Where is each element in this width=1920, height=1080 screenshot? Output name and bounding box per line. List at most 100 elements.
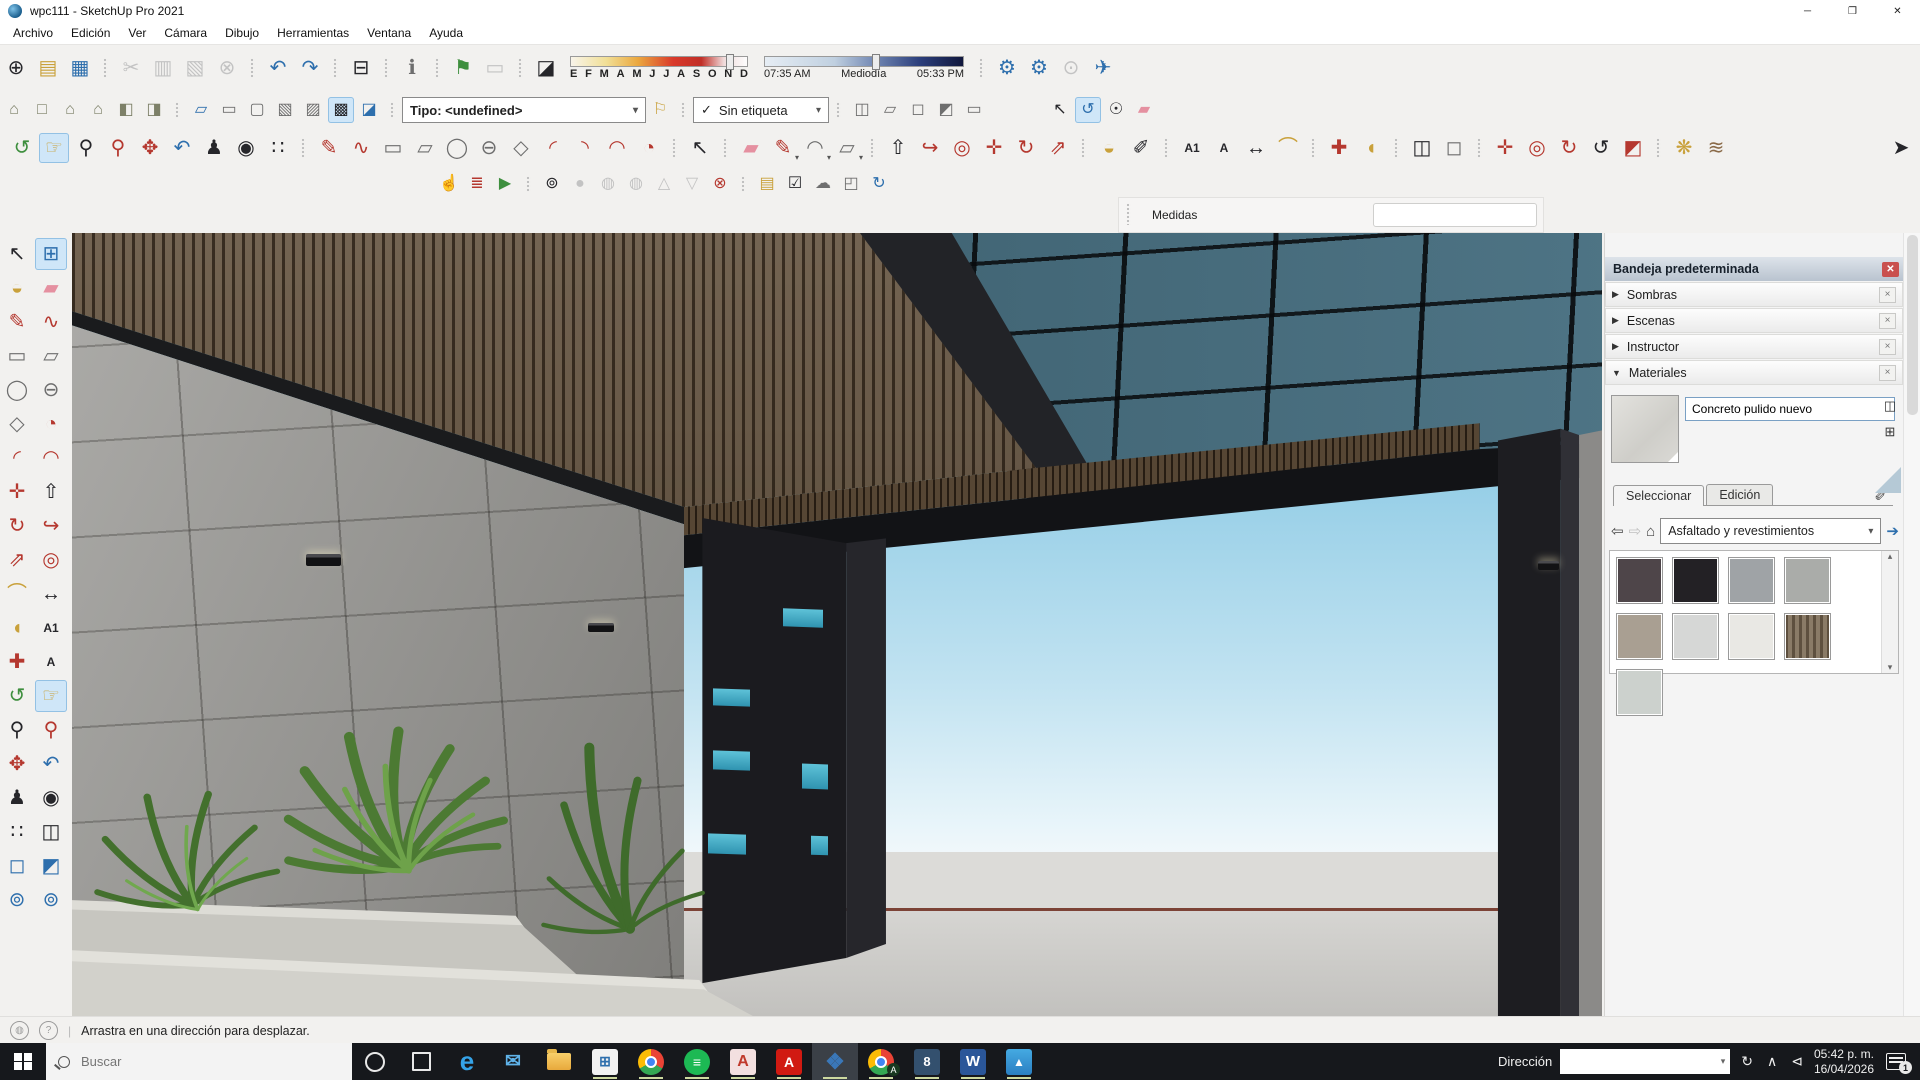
search-input[interactable] bbox=[79, 1053, 283, 1070]
move-copy-icon[interactable]: ✛ bbox=[1490, 133, 1520, 163]
tc-open-icon[interactable]: ▤ bbox=[754, 171, 780, 197]
volume-icon[interactable]: ⊲ bbox=[1788, 1053, 1806, 1070]
taskbar-explorer-button[interactable] bbox=[536, 1043, 582, 1080]
lt-line-icon[interactable]: ✎ bbox=[1, 306, 33, 338]
offset-alt-icon[interactable]: ◎ bbox=[1522, 133, 1552, 163]
material-swatch-8[interactable] bbox=[1784, 613, 1831, 660]
view-iso-icon[interactable]: ⌂ bbox=[1, 97, 27, 123]
lt-protractor-icon[interactable]: ◖ bbox=[1, 612, 33, 644]
material-swatch-1[interactable] bbox=[1616, 557, 1663, 604]
notification-center-icon[interactable]: 1 bbox=[1886, 1053, 1906, 1070]
scale-icon[interactable]: ⇗ bbox=[1043, 133, 1073, 163]
vray-asset-editor-icon[interactable]: ⊚ bbox=[539, 171, 565, 197]
shadow-time-slider[interactable]: 07:35 AM Mediodía 05:33 PM bbox=[764, 56, 964, 80]
rotate-alt-icon[interactable]: ↻ bbox=[1554, 133, 1584, 163]
lt-pan-icon[interactable]: ☞ bbox=[35, 680, 67, 712]
zoom-extents-icon[interactable]: ✥ bbox=[135, 133, 165, 163]
sample-paint-corner[interactable] bbox=[1875, 467, 1901, 493]
two-point-arc-icon[interactable]: ◝ bbox=[570, 133, 600, 163]
details-arrow-icon[interactable]: ➔ bbox=[1886, 522, 1899, 540]
create-material-icon[interactable]: ⊞ bbox=[1881, 423, 1899, 441]
measurements-input[interactable] bbox=[1373, 203, 1537, 227]
section-close-icon[interactable]: × bbox=[1879, 313, 1896, 329]
pie-icon[interactable]: ◔ bbox=[634, 133, 664, 163]
section-display-planes-icon[interactable]: ▱ bbox=[877, 97, 903, 123]
lt-zoom-extents-icon[interactable]: ✥ bbox=[1, 748, 33, 780]
line-menu-icon[interactable]: ✎▾ bbox=[768, 133, 798, 163]
follow-me-icon[interactable]: ↪ bbox=[915, 133, 945, 163]
three-point-arc-icon[interactable]: ◠ bbox=[602, 133, 632, 163]
vray-render-icon[interactable]: ● bbox=[567, 171, 593, 197]
scroll-down-icon[interactable]: ▾ bbox=[1888, 662, 1893, 673]
lt-walk-icon[interactable]: ∷ bbox=[1, 816, 33, 848]
protractor-icon[interactable]: ◖ bbox=[1356, 133, 1386, 163]
orbit-icon[interactable]: ↺ bbox=[7, 133, 37, 163]
toolbar-collapse-icon[interactable]: ➤ bbox=[1886, 133, 1916, 163]
axes-icon[interactable]: ✚ bbox=[1324, 133, 1354, 163]
lt-select-icon[interactable]: ↖ bbox=[1, 238, 33, 270]
lt-three-point-arc-icon[interactable]: ◠ bbox=[35, 442, 67, 474]
add-location-icon[interactable]: ⚑ bbox=[448, 53, 478, 83]
taskbar-chrome-button[interactable] bbox=[628, 1043, 674, 1080]
tray-scroll-thumb[interactable] bbox=[1907, 235, 1918, 415]
section-plane-tool-icon[interactable]: ◫ bbox=[1407, 133, 1437, 163]
view-back-icon[interactable]: ⌂ bbox=[85, 97, 111, 123]
lt-axes-icon[interactable]: ✚ bbox=[1, 646, 33, 678]
tc-checklist-icon[interactable]: ☑ bbox=[782, 171, 808, 197]
lt-section-display-icon[interactable]: ◻ bbox=[1, 850, 33, 882]
menu-ver[interactable]: Ver bbox=[119, 24, 155, 42]
taskbar-lumion-button[interactable]: 8 bbox=[904, 1043, 950, 1080]
warehouse-search-icon[interactable]: ⚙ bbox=[1024, 53, 1054, 83]
tab-edicion[interactable]: Edición bbox=[1706, 484, 1773, 505]
lt-push-pull-icon[interactable]: ⇧ bbox=[35, 476, 67, 508]
polygon-icon[interactable]: ◇ bbox=[506, 133, 536, 163]
new-icon[interactable]: ⊕ bbox=[1, 53, 31, 83]
paint-bucket-icon[interactable]: ◒ bbox=[1094, 133, 1124, 163]
lt-paint-bucket-icon[interactable]: ◒ bbox=[1, 272, 33, 304]
open-icon[interactable]: ▤ bbox=[33, 53, 63, 83]
classifier-type-dropdown[interactable]: Tipo: <undefined> ▾ bbox=[402, 97, 646, 123]
lt-look-around-icon[interactable]: ◉ bbox=[35, 782, 67, 814]
walk-icon[interactable]: ∷ bbox=[263, 133, 293, 163]
material-name-field[interactable] bbox=[1685, 397, 1895, 421]
address-input[interactable] bbox=[1560, 1054, 1715, 1070]
menu-archivo[interactable]: Archivo bbox=[4, 24, 62, 42]
toggle-shadows-icon[interactable]: ◪ bbox=[531, 53, 561, 83]
section-display-cuts-icon[interactable]: ◻ bbox=[905, 97, 931, 123]
tray-section-escenas[interactable]: ▶ Escenas × bbox=[1605, 308, 1903, 333]
lt-eraser-icon[interactable]: ▰ bbox=[35, 272, 67, 304]
3d-text-icon[interactable]: A bbox=[1209, 133, 1239, 163]
style-xray-icon[interactable]: ▱ bbox=[188, 97, 214, 123]
taskbar-search[interactable] bbox=[46, 1043, 352, 1080]
view-top-icon[interactable]: □ bbox=[29, 97, 55, 123]
sandbox-icon[interactable]: ≋ bbox=[1701, 133, 1731, 163]
style-back-edges-icon[interactable]: ▭ bbox=[216, 97, 242, 123]
taskbar-store-button[interactable]: ⊞ bbox=[582, 1043, 628, 1080]
lt-move-icon[interactable]: ✛ bbox=[1, 476, 33, 508]
material-swatch-4[interactable] bbox=[1784, 557, 1831, 604]
hidden-icons-caret[interactable]: ∧ bbox=[1764, 1053, 1780, 1070]
shape-menu-icon[interactable]: ▱▾ bbox=[832, 133, 862, 163]
taskbar-mail-button[interactable]: ✉ bbox=[490, 1043, 536, 1080]
view-left-icon[interactable]: ◧ bbox=[113, 97, 139, 123]
sample-material-icon[interactable]: ✐ bbox=[1126, 133, 1156, 163]
style-shaded-icon[interactable]: ▨ bbox=[300, 97, 326, 123]
line-icon[interactable]: ✎ bbox=[314, 133, 344, 163]
menu-dibujo[interactable]: Dibujo bbox=[216, 24, 268, 42]
vray-viewport-icon[interactable]: ◍ bbox=[623, 171, 649, 197]
cut-icon[interactable]: ✂ bbox=[116, 53, 146, 83]
lt-zoom-window-icon[interactable]: ⚲ bbox=[35, 714, 67, 746]
taskbar-edge-button[interactable]: e bbox=[444, 1043, 490, 1080]
lt-section-fill-icon[interactable]: ◩ bbox=[35, 850, 67, 882]
orbit-alt-icon[interactable]: ↺ bbox=[1075, 97, 1101, 123]
move-icon[interactable]: ✛ bbox=[979, 133, 1009, 163]
secondary-pane-icon[interactable]: ◫ bbox=[1881, 397, 1899, 415]
copy-icon[interactable]: ▥ bbox=[148, 53, 178, 83]
component-options-icon[interactable]: ≣ bbox=[464, 171, 490, 197]
viewport-3d[interactable] bbox=[72, 233, 1602, 1016]
lt-offset-icon[interactable]: ◎ bbox=[35, 544, 67, 576]
tc-download-icon[interactable]: ◰ bbox=[838, 171, 864, 197]
material-swatch-6[interactable] bbox=[1672, 613, 1719, 660]
lt-dimension-icon[interactable]: ↔ bbox=[35, 578, 67, 610]
in-model-home-icon[interactable]: ⌂ bbox=[1646, 523, 1655, 540]
